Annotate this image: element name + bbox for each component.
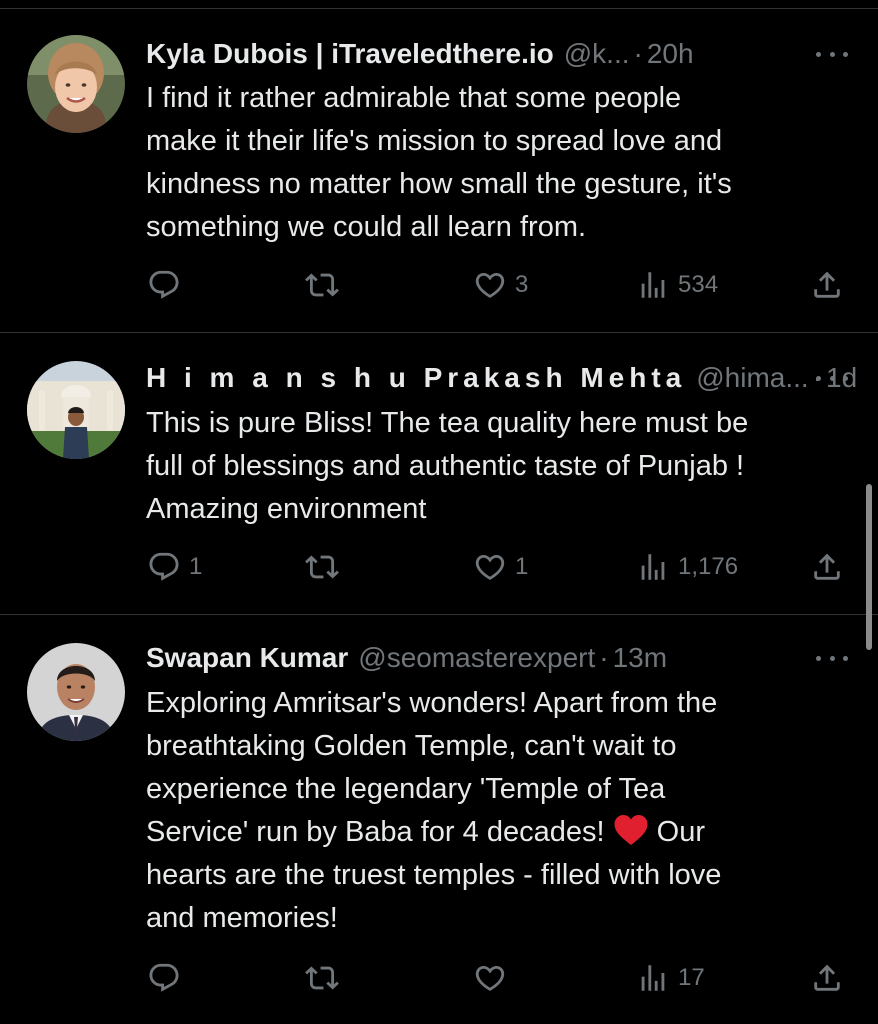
retweet-button[interactable] [305, 958, 347, 998]
tweet-header: Kyla Dubois | iTraveledthere.io @k... · … [146, 36, 838, 72]
like-button[interactable]: 3 [473, 265, 528, 305]
like-count: 1 [515, 553, 529, 580]
reply-button[interactable]: 1 [147, 547, 202, 587]
tweet-text: This is pure Bliss! The tea quality here… [146, 407, 749, 525]
scrollbar[interactable] [866, 484, 872, 650]
views-icon [636, 550, 670, 584]
tweet-header: H i m a n s h u Prakash Mehta @hima... ·… [146, 360, 857, 396]
avatar[interactable] [27, 35, 125, 133]
author-name[interactable]: Swapan Kumar [146, 640, 348, 676]
retweet-button[interactable] [305, 265, 347, 305]
like-icon [473, 550, 507, 584]
action-bar: 1 1 1,176 [0, 547, 878, 587]
more-icon[interactable] [816, 648, 848, 668]
tweet[interactable]: Swapan Kumar @seomasterexpert · 13m Expl… [0, 615, 878, 1024]
like-button[interactable]: 1 [473, 547, 528, 587]
retweet-icon [305, 961, 339, 995]
share-button[interactable] [810, 265, 844, 305]
tweet-text: I find it rather admirable that some peo… [146, 82, 732, 243]
reply-count: 1 [189, 553, 203, 580]
reply-icon [147, 550, 181, 584]
share-button[interactable] [810, 958, 844, 998]
retweet-button[interactable] [305, 547, 347, 587]
red-heart-emoji [614, 815, 648, 845]
share-icon [810, 550, 844, 584]
author-name[interactable]: Kyla Dubois | iTraveledthere.io [146, 36, 554, 72]
action-bar: 17 [0, 958, 878, 998]
views-button[interactable]: 17 [636, 958, 705, 998]
author-name[interactable]: H i m a n s h u Prakash Mehta [146, 360, 686, 396]
tweet[interactable]: Kyla Dubois | iTraveledthere.io @k... · … [0, 9, 878, 333]
reply-button[interactable] [147, 958, 189, 998]
timestamp[interactable]: 20h [647, 36, 694, 72]
avatar[interactable] [27, 361, 125, 459]
views-count: 17 [678, 964, 705, 991]
reply-icon [147, 961, 181, 995]
views-button[interactable]: 534 [636, 265, 718, 305]
like-icon [473, 961, 507, 995]
tweet[interactable]: H i m a n s h u Prakash Mehta @hima... ·… [0, 333, 878, 615]
timestamp[interactable]: 13m [613, 640, 667, 676]
reply-icon [147, 268, 181, 302]
views-icon [636, 268, 670, 302]
author-handle[interactable]: @seomasterexpert [358, 640, 595, 676]
more-icon[interactable] [816, 368, 848, 388]
like-icon [473, 268, 507, 302]
separator-dot: · [633, 38, 643, 69]
views-count: 1,176 [678, 553, 739, 580]
share-icon [810, 268, 844, 302]
tweet-header: Swapan Kumar @seomasterexpert · 13m [146, 640, 838, 676]
author-handle[interactable]: @hima... [696, 360, 808, 396]
views-button[interactable]: 1,176 [636, 547, 738, 587]
views-icon [636, 961, 670, 995]
author-handle[interactable]: @k... [564, 36, 630, 72]
like-count: 3 [515, 271, 529, 298]
views-count: 534 [678, 271, 719, 298]
share-button[interactable] [810, 547, 844, 587]
action-bar: 3 534 [0, 265, 878, 305]
share-icon [810, 961, 844, 995]
separator-dot: · [599, 642, 609, 673]
avatar[interactable] [27, 643, 125, 741]
like-button[interactable] [473, 958, 515, 998]
tweet-text: Exploring Amritsar's wonders! Apart from… [146, 682, 846, 940]
reply-button[interactable] [147, 265, 189, 305]
retweet-icon [305, 550, 339, 584]
retweet-icon [305, 268, 339, 302]
more-icon[interactable] [816, 44, 848, 64]
